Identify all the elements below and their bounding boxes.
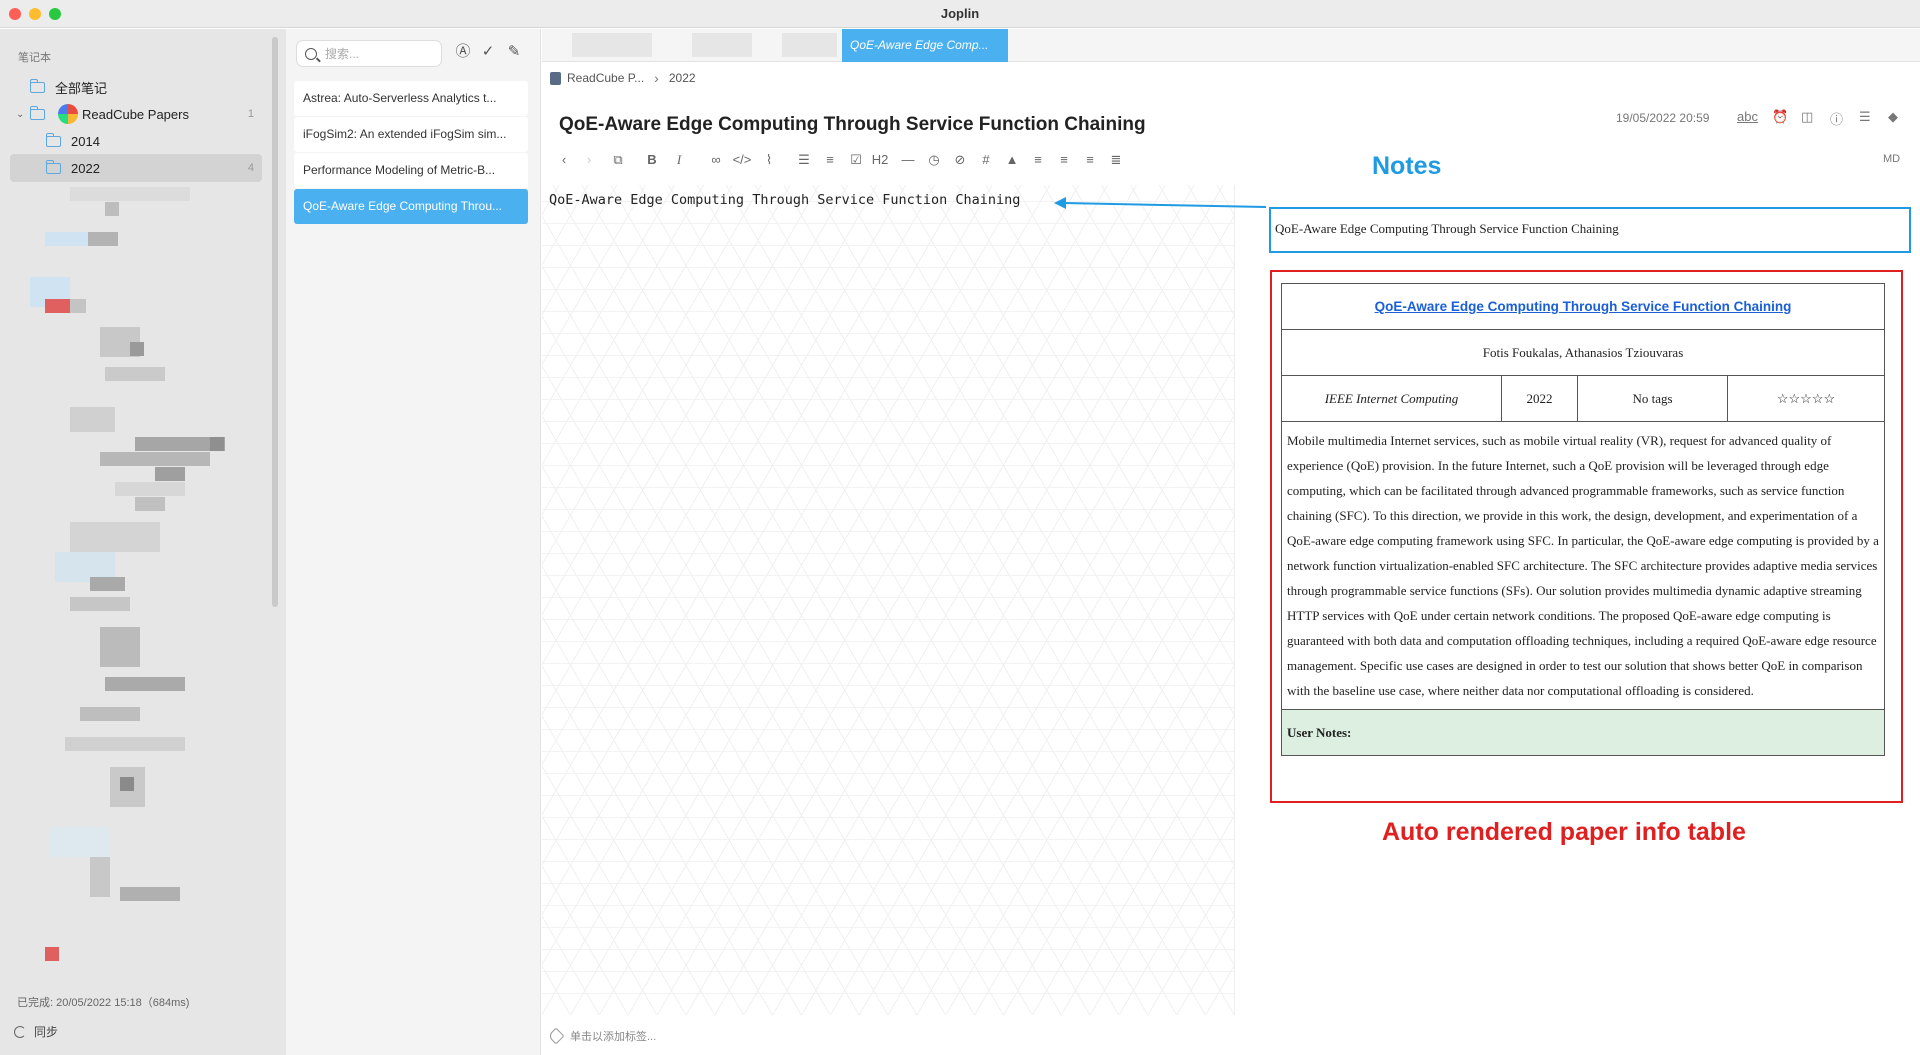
list-item-selected[interactable]: QoE-Aware Edge Computing Throu... xyxy=(294,189,528,224)
insert-time-icon[interactable]: ◷ xyxy=(924,149,944,171)
editor-mode-label[interactable]: MD xyxy=(1883,153,1900,165)
notes-highlight-box: QoE-Aware Edge Computing Through Service… xyxy=(1269,207,1911,253)
notebook-icon xyxy=(550,71,561,85)
title-bar: Joplin xyxy=(0,0,1920,28)
search-icon xyxy=(305,47,317,60)
paper-journal: IEEE Internet Computing xyxy=(1281,375,1502,422)
markdown-editor[interactable]: QoE-Aware Edge Computing Through Service… xyxy=(542,185,1235,1015)
notes-annotation-label: Notes xyxy=(1372,152,1442,180)
breadcrumb-notebook[interactable]: ReadCube P... xyxy=(567,71,644,85)
breadcrumb-folder[interactable]: 2022 xyxy=(669,71,696,85)
editor-pane: QoE-Aware Edge Comp... ReadCube P... › 2… xyxy=(542,29,1920,1055)
spellcheck-icon[interactable]: abc xyxy=(1737,109,1758,124)
toggle-layout-icon[interactable]: ◫ xyxy=(1801,109,1813,125)
chevron-right-icon: › xyxy=(654,70,659,86)
sidebar-item-label: 2014 xyxy=(71,133,100,149)
paper-authors: Fotis Foukalas, Athanasios Tziouvaras xyxy=(1281,329,1885,376)
folder-icon xyxy=(29,105,45,120)
info-icon[interactable]: ⓘ xyxy=(1830,109,1843,128)
graduation-cap-icon[interactable]: ▲ xyxy=(1002,149,1022,171)
viewer-heading: QoE-Aware Edge Computing Through Service… xyxy=(1275,221,1619,236)
paper-title-link[interactable]: QoE-Aware Edge Computing Through Service… xyxy=(1281,283,1885,330)
sidebar-item-2014[interactable]: 2014 xyxy=(10,127,262,155)
list-item[interactable]: iFogSim2: An extended iFogSim sim... xyxy=(294,117,528,152)
paper-tags: No tags xyxy=(1577,375,1728,422)
attach-icon[interactable]: ⌇ xyxy=(759,149,779,171)
tag-placeholder[interactable]: 单击以添加标签... xyxy=(570,1028,656,1044)
breadcrumb: ReadCube P... › 2022 xyxy=(550,67,696,89)
redacted-tab[interactable] xyxy=(782,33,837,57)
sync-icon xyxy=(14,1025,26,1038)
note-list: 搜索... Ⓐ ✓ ✎ Astrea: Auto-Serverless Anal… xyxy=(286,29,541,1055)
bullet-list-icon[interactable]: ☰ xyxy=(794,149,814,171)
alarm-icon[interactable]: ⏰ xyxy=(1772,109,1788,125)
toggle-sort-icon[interactable]: Ⓐ xyxy=(454,43,472,61)
back-icon[interactable]: ‹ xyxy=(554,149,574,171)
list-item[interactable]: Performance Modeling of Metric-B... xyxy=(294,153,528,188)
code-icon[interactable]: </> xyxy=(732,149,752,171)
sidebar-scrollbar[interactable] xyxy=(272,37,278,607)
note-count: 4 xyxy=(247,162,254,174)
sidebar-item-all-notes[interactable]: 全部笔记 xyxy=(10,73,262,101)
folder-icon xyxy=(45,132,61,147)
tab-bar: QoE-Aware Edge Comp... xyxy=(542,29,1920,62)
sidebar-item-label: 2022 xyxy=(71,160,100,176)
note-count: 1 xyxy=(247,108,254,120)
sync-button[interactable]: 同步 xyxy=(14,1023,58,1040)
paper-info-table: QoE-Aware Edge Computing Through Service… xyxy=(1281,283,1885,756)
toc-icon[interactable]: ☰ xyxy=(1859,109,1871,125)
sidebar: 笔记本 全部笔记 ⌄ ReadCube Papers 1 2014 2022 4 xyxy=(0,29,286,1055)
hashtag-icon[interactable]: # xyxy=(976,149,996,171)
window-title: Joplin xyxy=(940,6,980,21)
disable-icon[interactable]: ⊘ xyxy=(950,149,970,171)
user-notes-label: User Notes: xyxy=(1281,709,1885,756)
tab-active[interactable]: QoE-Aware Edge Comp... xyxy=(842,29,1008,62)
bold-icon[interactable]: B xyxy=(642,149,662,171)
note-title[interactable]: QoE-Aware Edge Computing Through Service… xyxy=(559,114,1146,136)
italic-icon[interactable]: I xyxy=(669,149,689,171)
plugin-icon[interactable]: ◆ xyxy=(1888,109,1898,125)
paper-rating: ☆☆☆☆☆ xyxy=(1727,375,1885,422)
horizontal-rule-icon[interactable]: — xyxy=(898,149,918,171)
search-input[interactable]: 搜索... xyxy=(296,40,442,67)
note-date: 19/05/2022 20:59 xyxy=(1616,111,1710,125)
folder-icon xyxy=(45,159,61,174)
numbered-list-icon[interactable]: ≡ xyxy=(820,149,840,171)
annotation-arrow xyxy=(1054,197,1267,209)
sidebar-item-label: 全部笔记 xyxy=(55,80,108,96)
paper-info-highlight-box: QoE-Aware Edge Computing Through Service… xyxy=(1270,270,1903,803)
align-center-icon[interactable]: ≡ xyxy=(1054,149,1074,171)
align-justify-icon[interactable]: ≣ xyxy=(1106,149,1126,171)
editor-line[interactable]: QoE-Aware Edge Computing Through Service… xyxy=(549,192,1020,208)
search-placeholder: 搜索... xyxy=(325,47,360,61)
sidebar-item-readcube-papers[interactable]: ⌄ ReadCube Papers 1 xyxy=(10,100,262,128)
align-right-icon[interactable]: ≡ xyxy=(1080,149,1100,171)
checklist-icon[interactable]: ☑ xyxy=(846,149,866,171)
folder-icon xyxy=(29,78,45,93)
external-edit-icon[interactable]: ⧉ xyxy=(608,149,628,171)
chevron-down-icon[interactable]: ⌄ xyxy=(16,109,24,120)
tag-bar[interactable]: 单击以添加标签... xyxy=(542,1021,1235,1051)
readcube-logo-icon xyxy=(58,104,78,124)
align-left-icon[interactable]: ≡ xyxy=(1028,149,1048,171)
new-todo-icon[interactable]: ✓ xyxy=(479,43,497,61)
new-note-icon[interactable]: ✎ xyxy=(505,43,523,61)
sync-label: 同步 xyxy=(34,1025,59,1039)
table-annotation-label: Auto rendered paper info table xyxy=(1382,818,1746,846)
redacted-notebook-list xyxy=(10,177,272,977)
list-item[interactable]: Astrea: Auto-Serverless Analytics t... xyxy=(294,81,528,116)
sidebar-item-label: ReadCube Papers xyxy=(82,106,189,122)
paper-abstract: Mobile multimedia Internet services, suc… xyxy=(1281,421,1885,710)
heading-button[interactable]: H2 xyxy=(866,149,894,171)
link-icon[interactable]: ∞ xyxy=(706,149,726,171)
paper-year: 2022 xyxy=(1501,375,1578,422)
redacted-tab[interactable] xyxy=(572,33,652,57)
redacted-tab[interactable] xyxy=(692,33,752,57)
tag-icon xyxy=(547,1027,565,1045)
sync-status: 已完成: 20/05/2022 15:18（684ms) xyxy=(17,997,190,1009)
notebooks-heading: 笔记本 xyxy=(18,52,51,64)
forward-icon[interactable]: › xyxy=(579,149,599,171)
